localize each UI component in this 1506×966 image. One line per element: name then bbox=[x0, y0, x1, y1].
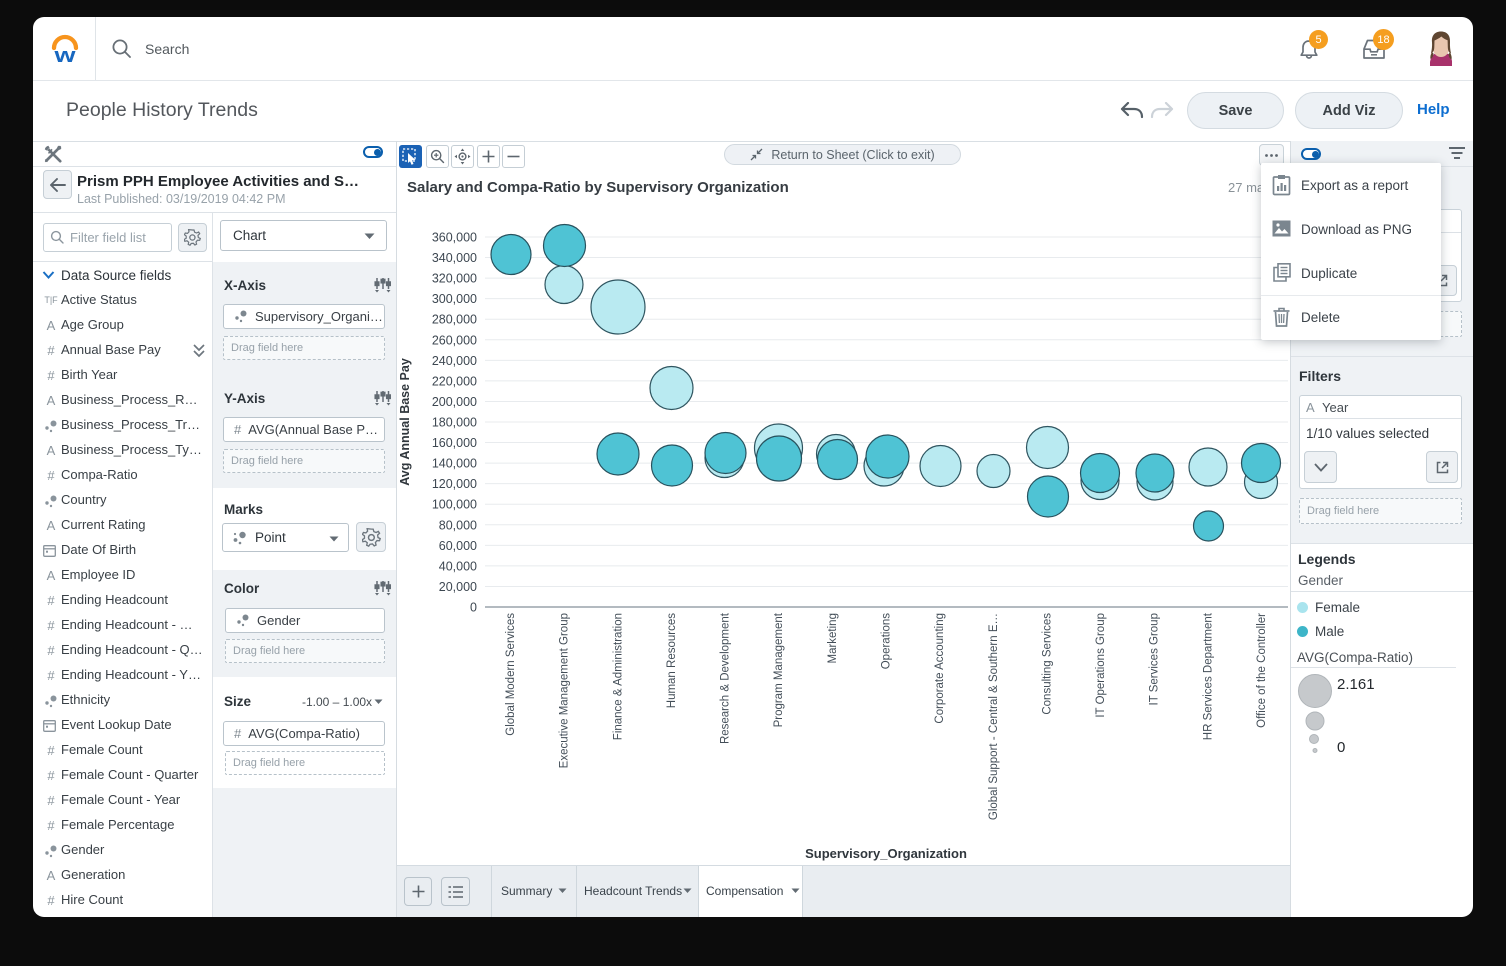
svg-text:100,000: 100,000 bbox=[432, 498, 477, 512]
svg-text:Global Support - Central & Sou: Global Support - Central & Southern E… bbox=[988, 613, 1000, 820]
svg-text:280,000: 280,000 bbox=[432, 313, 477, 327]
svg-text:20,000: 20,000 bbox=[439, 580, 477, 594]
svg-text:Research & Development: Research & Development bbox=[720, 612, 732, 744]
svg-text:200,000: 200,000 bbox=[432, 395, 477, 409]
svg-text:Corporate Accounting: Corporate Accounting bbox=[934, 613, 946, 724]
svg-text:340,000: 340,000 bbox=[432, 251, 477, 265]
svg-text:Supervisory_Organization: Supervisory_Organization bbox=[805, 846, 967, 861]
svg-text:Human Resources: Human Resources bbox=[666, 613, 678, 708]
svg-text:Finance & Administration: Finance & Administration bbox=[612, 613, 624, 740]
svg-text:Marketing: Marketing bbox=[827, 613, 839, 664]
svg-text:Executive Management Group: Executive Management Group bbox=[559, 613, 571, 768]
svg-text:300,000: 300,000 bbox=[432, 292, 477, 306]
svg-text:120,000: 120,000 bbox=[432, 477, 477, 491]
svg-text:IT Operations Group: IT Operations Group bbox=[1095, 613, 1107, 718]
svg-text:0: 0 bbox=[470, 601, 477, 615]
svg-text:w: w bbox=[53, 45, 76, 64]
svg-text:260,000: 260,000 bbox=[432, 333, 477, 347]
svg-text:Operations: Operations bbox=[881, 613, 893, 670]
svg-text:Global Modern Services: Global Modern Services bbox=[505, 613, 517, 736]
svg-text:180,000: 180,000 bbox=[432, 416, 477, 430]
svg-text:Program Management: Program Management bbox=[773, 612, 785, 727]
svg-text:320,000: 320,000 bbox=[432, 272, 477, 286]
svg-text:HR Services Department: HR Services Department bbox=[1202, 612, 1214, 740]
svg-text:IT Services Group: IT Services Group bbox=[1149, 613, 1161, 705]
svg-text:140,000: 140,000 bbox=[432, 457, 477, 471]
svg-text:80,000: 80,000 bbox=[439, 518, 477, 532]
svg-text:Avg Annual Base Pay: Avg Annual Base Pay bbox=[398, 358, 412, 486]
svg-text:Consulting Services: Consulting Services bbox=[1041, 613, 1053, 715]
svg-text:220,000: 220,000 bbox=[432, 374, 477, 388]
svg-text:60,000: 60,000 bbox=[439, 539, 477, 553]
svg-text:Office of the Controller: Office of the Controller bbox=[1256, 613, 1268, 728]
svg-text:160,000: 160,000 bbox=[432, 436, 477, 450]
svg-text:360,000: 360,000 bbox=[432, 231, 477, 245]
svg-text:240,000: 240,000 bbox=[432, 354, 477, 368]
svg-text:40,000: 40,000 bbox=[439, 559, 477, 573]
